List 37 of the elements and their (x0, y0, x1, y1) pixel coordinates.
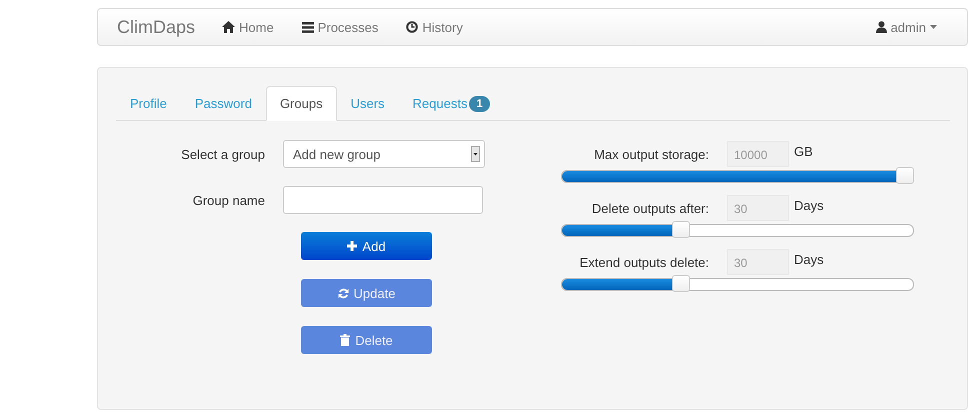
slider-handle[interactable] (672, 221, 690, 238)
count-badge: 1 (469, 96, 490, 112)
tab[interactable]: Requests 1 (398, 86, 504, 121)
tab[interactable]: Users (336, 86, 399, 121)
nav-link[interactable]: Processes (302, 20, 378, 34)
trash-icon (340, 334, 350, 346)
value-field: 10000 (727, 141, 789, 167)
field-label: Group name (192, 192, 265, 208)
caret-icon (930, 25, 937, 29)
plus-icon (347, 241, 358, 251)
brand-logo[interactable]: ClimDaps (117, 16, 196, 38)
group-select[interactable]: Add new group (283, 140, 485, 168)
clock-icon (406, 21, 418, 33)
list-icon (302, 22, 314, 32)
unit-label: Days (794, 252, 824, 267)
value-field: 30 (727, 249, 789, 275)
refresh-icon (338, 288, 349, 298)
nav-link[interactable]: History (406, 20, 463, 34)
tab[interactable]: Password (180, 86, 266, 121)
nav-link[interactable]: Home (222, 20, 274, 34)
group-name-field[interactable] (283, 186, 483, 214)
unit-label: Days (794, 198, 824, 213)
home-icon (222, 21, 236, 33)
user-icon (876, 21, 887, 33)
slider-handle[interactable] (672, 275, 690, 292)
value-field: 30 (727, 195, 789, 221)
action-button[interactable]: Add (301, 232, 432, 260)
tab[interactable]: Profile (116, 86, 181, 121)
unit-label: GB (794, 144, 813, 159)
slider-label: Delete outputs after: (590, 201, 709, 216)
slider-label: Extend outputs delete: (578, 255, 709, 270)
user-menu[interactable]: admin (876, 20, 937, 34)
dropdown-icon (471, 146, 480, 162)
tab[interactable]: Groups (266, 86, 337, 121)
field-label: Select a group (180, 146, 265, 162)
slider-label: Max output storage: (593, 147, 709, 162)
slider-handle[interactable] (896, 167, 914, 184)
